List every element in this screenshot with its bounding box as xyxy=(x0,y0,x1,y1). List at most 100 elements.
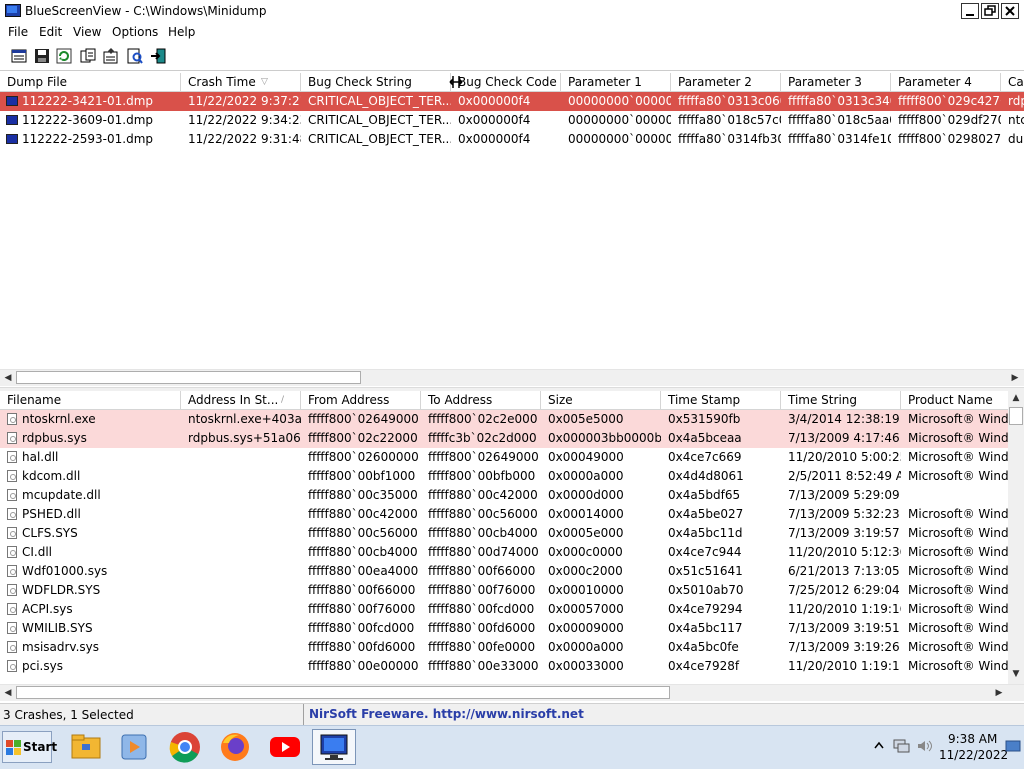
scroll-right-icon[interactable]: ▶ xyxy=(1007,371,1023,385)
cell-time-stamp: 0x4a5bc0fe xyxy=(668,640,739,654)
cell-parameter-2: fffffa80`018c57c0 xyxy=(678,113,781,127)
cell-time-stamp: 0x4a5bc117 xyxy=(668,621,743,635)
driver-row[interactable]: ACPI.sys fffff880`00f76000 fffff880`00fcd0… xyxy=(0,600,1008,619)
cell-time-string: 7/13/2009 3:19:57 ... xyxy=(788,526,901,540)
driver-row[interactable]: pci.sys fffff880`00e00000 fffff880`00e3300… xyxy=(0,657,1008,676)
cell-address-in-stack xyxy=(181,562,301,581)
find-button[interactable] xyxy=(126,47,144,65)
column-product-name[interactable]: Product Name xyxy=(901,391,1008,409)
cell-address-in-stack xyxy=(181,619,301,638)
column-dump-file[interactable]: Dump File xyxy=(0,73,181,91)
cell-filename: hal.dll xyxy=(22,450,59,464)
driver-list-vscrollbar[interactable]: ▲ ▼ xyxy=(1008,391,1024,684)
exit-button[interactable] xyxy=(149,47,167,65)
menu-view[interactable]: View xyxy=(73,25,101,39)
dump-row[interactable]: 112222-2593-01.dmp 11/22/2022 9:31:48... C… xyxy=(0,130,1024,149)
scroll-down-icon[interactable]: ▼ xyxy=(1008,667,1024,681)
taskbar-youtube[interactable] xyxy=(263,729,307,765)
scroll-left-icon[interactable]: ◀ xyxy=(0,371,16,385)
scroll-left-icon[interactable]: ◀ xyxy=(0,686,16,700)
column-parameter-4[interactable]: Parameter 4 xyxy=(891,73,1001,91)
column-bug-check-string[interactable]: Bug Check String xyxy=(301,73,451,91)
cell-size: 0x00049000 xyxy=(548,450,624,464)
scroll-right-icon[interactable]: ▶ xyxy=(991,686,1007,700)
cell-time-string: 11/20/2010 1:19:16... xyxy=(788,602,901,616)
taskbar-firefox[interactable] xyxy=(213,729,257,765)
column-to-address[interactable]: To Address xyxy=(421,391,541,409)
cell-to-address: fffffc3b`02c2d000 xyxy=(428,431,537,445)
column-address-in-stack-label: Address In St... xyxy=(188,393,279,407)
column-parameter-1[interactable]: Parameter 1 xyxy=(561,73,671,91)
menu-options[interactable]: Options xyxy=(112,25,158,39)
menu-help[interactable]: Help xyxy=(168,25,195,39)
cell-filename: msisadrv.sys xyxy=(22,640,100,654)
sort-indicator-icon: ▽ xyxy=(261,77,268,87)
dump-list-hscroll-thumb[interactable] xyxy=(16,371,361,384)
cell-from-address: fffff880`00c56000 xyxy=(308,526,418,540)
cell-to-address: fffff880`00f66000 xyxy=(428,564,536,578)
driver-row[interactable]: Wdf01000.sys fffff880`00ea4000 fffff880`00… xyxy=(0,562,1008,581)
nirsoft-link[interactable]: NirSoft Freeware. http://www.nirsoft.net xyxy=(303,704,584,726)
save-button[interactable] xyxy=(33,47,51,65)
minimize-button[interactable] xyxy=(961,3,979,19)
show-desktop-icon[interactable] xyxy=(1005,738,1021,754)
show-hidden-icons-icon[interactable] xyxy=(874,740,884,752)
taskbar-bluescreenview[interactable] xyxy=(312,729,356,765)
driver-row[interactable]: mcupdate.dll fffff880`00c35000 fffff880`00… xyxy=(0,486,1008,505)
properties-button[interactable] xyxy=(10,47,28,65)
column-filename[interactable]: Filename xyxy=(0,391,181,409)
close-button[interactable] xyxy=(1001,3,1019,19)
column-parameter-2[interactable]: Parameter 2 xyxy=(671,73,781,91)
cell-from-address: fffff880`00ea4000 xyxy=(308,564,419,578)
driver-list-vscroll-thumb[interactable] xyxy=(1009,407,1023,425)
driver-row[interactable]: WDFLDR.SYS fffff880`00f66000 fffff880`00f7… xyxy=(0,581,1008,600)
cell-address-in-stack xyxy=(181,600,301,619)
cell-parameter-3: fffffa80`0313c340 xyxy=(788,94,891,108)
driver-row[interactable]: kdcom.dll fffff800`00bf1000 fffff800`00bfb… xyxy=(0,467,1008,486)
volume-icon[interactable] xyxy=(916,738,934,754)
taskbar-media-player[interactable] xyxy=(112,729,156,765)
driver-row[interactable]: msisadrv.sys fffff880`00fd6000 fffff880`00… xyxy=(0,638,1008,657)
options-button[interactable] xyxy=(102,47,120,65)
clock-time[interactable]: 9:38 AM xyxy=(948,732,997,746)
column-crash-time[interactable]: Crash Time ▽ xyxy=(181,73,301,91)
cell-product-name: Microsoft® Wind... xyxy=(908,621,1008,635)
network-icon[interactable] xyxy=(892,738,910,754)
driver-row[interactable]: hal.dll fffff800`02600000 fffff800`0264900… xyxy=(0,448,1008,467)
driver-list-hscrollbar[interactable]: ◀ ▶ xyxy=(0,684,1024,701)
taskbar-chrome[interactable] xyxy=(163,729,207,765)
scroll-up-icon[interactable]: ▲ xyxy=(1008,391,1024,405)
copy-button[interactable] xyxy=(79,47,97,65)
cell-size: 0x00033000 xyxy=(548,659,624,673)
driver-row[interactable]: rdpbus.sys rdpbus.sys+51a060 fffff800`02c2… xyxy=(0,429,1008,448)
start-button[interactable]: Start xyxy=(2,731,57,763)
driver-row[interactable]: PSHED.dll fffff880`00c42000 fffff880`00c56… xyxy=(0,505,1008,524)
dump-list-hscrollbar[interactable]: ◀ ▶ xyxy=(0,369,1024,386)
column-caused-by[interactable]: Ca xyxy=(1001,73,1024,91)
menu-edit[interactable]: Edit xyxy=(39,25,62,39)
column-time-stamp[interactable]: Time Stamp xyxy=(661,391,781,409)
menu-file[interactable]: File xyxy=(8,25,28,39)
cell-to-address: fffff880`00c42000 xyxy=(428,488,538,502)
column-address-in-stack[interactable]: Address In St... / xyxy=(181,391,301,409)
cell-to-address: fffff800`00bfb000 xyxy=(428,469,536,483)
refresh-button[interactable] xyxy=(55,47,73,65)
driver-row[interactable]: ntoskrnl.exe ntoskrnl.exe+403ab2 fffff800`… xyxy=(0,410,1008,429)
cell-time-string: 7/13/2009 3:19:26 ... xyxy=(788,640,901,654)
driver-row[interactable]: WMILIB.SYS fffff880`00fcd000 fffff880`00fd… xyxy=(0,619,1008,638)
driver-row[interactable]: CI.dll fffff880`00cb4000 fffff880`00d74000… xyxy=(0,543,1008,562)
cell-from-address: fffff880`00c42000 xyxy=(308,507,418,521)
restore-button[interactable] xyxy=(981,3,999,19)
cell-filename: Wdf01000.sys xyxy=(22,564,108,578)
dump-row[interactable]: 112222-3421-01.dmp 11/22/2022 9:37:21... C… xyxy=(0,92,1024,111)
column-size[interactable]: Size xyxy=(541,391,661,409)
driver-row[interactable]: CLFS.SYS fffff880`00c56000 fffff880`00cb40… xyxy=(0,524,1008,543)
taskbar-file-explorer[interactable] xyxy=(64,729,108,765)
column-from-address[interactable]: From Address xyxy=(301,391,421,409)
driver-list-hscroll-thumb[interactable] xyxy=(16,686,670,699)
clock-date[interactable]: 11/22/2022 xyxy=(939,748,1008,762)
column-parameter-3[interactable]: Parameter 3 xyxy=(781,73,891,91)
dump-row[interactable]: 112222-3609-01.dmp 11/22/2022 9:34:23... C… xyxy=(0,111,1024,130)
column-time-string[interactable]: Time String xyxy=(781,391,901,409)
window-title: BlueScreenView - C:\Windows\Minidump xyxy=(25,4,267,18)
